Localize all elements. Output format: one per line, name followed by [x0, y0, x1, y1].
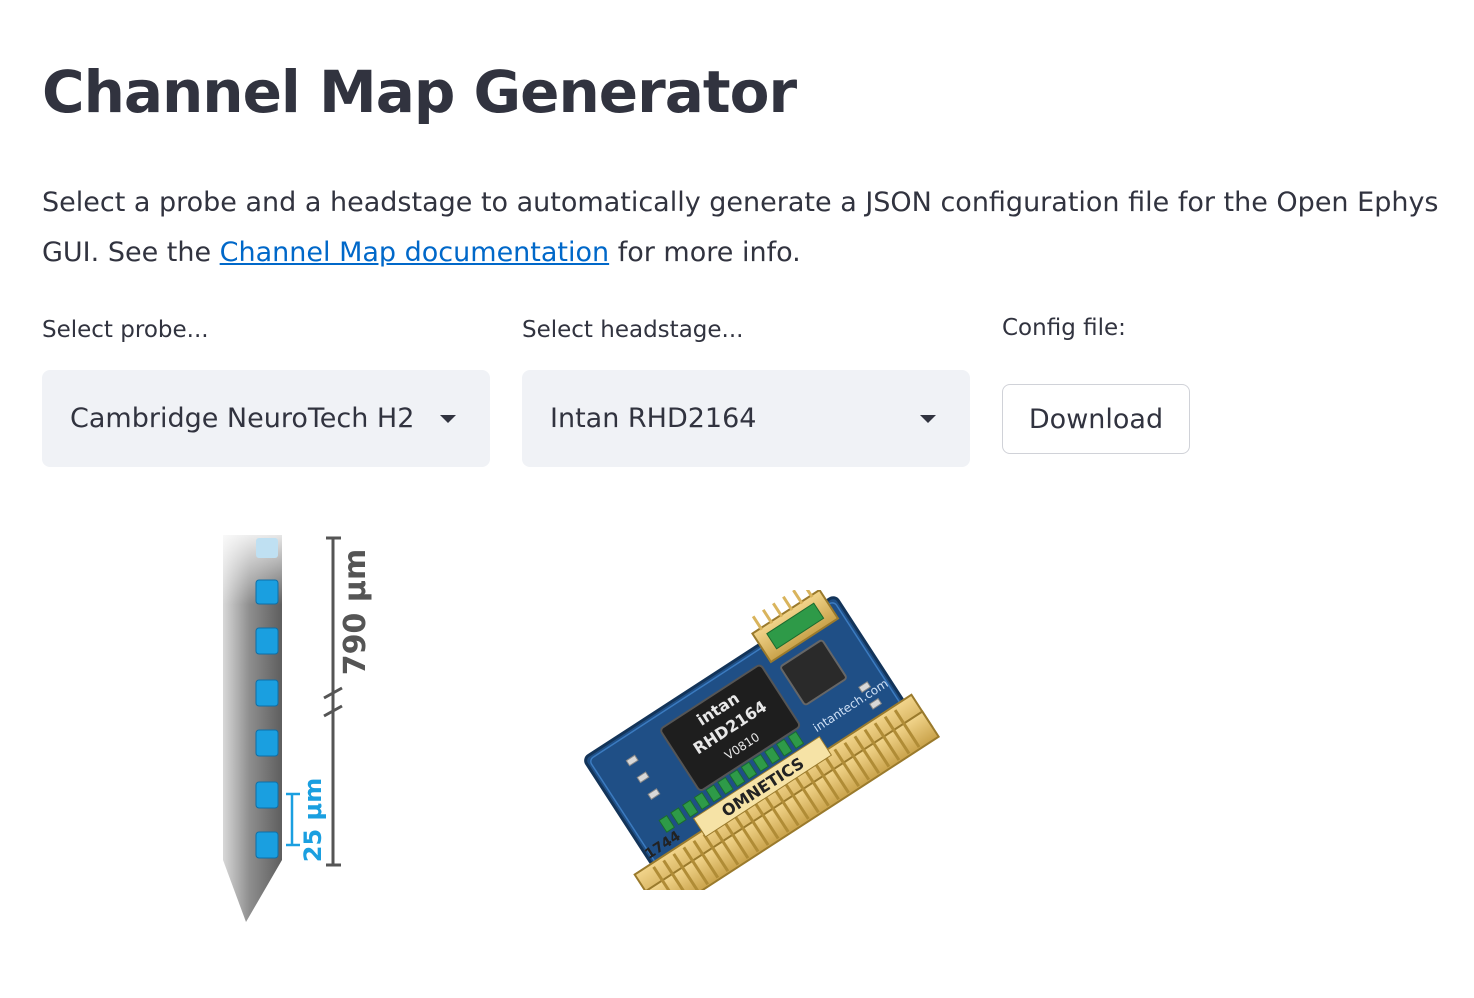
- length-scale-label: 790 μm: [338, 549, 373, 675]
- download-button[interactable]: Download: [1002, 384, 1190, 454]
- spacing-scale-label: 25 μm: [299, 778, 327, 862]
- probe-select[interactable]: Cambridge NeuroTech H2: [42, 370, 490, 467]
- description-text-end: for more info.: [609, 237, 801, 268]
- headstage-image: OMNETICS 1744 intantech.com intan RHD216…: [584, 590, 941, 890]
- headstage-select-label: Select headstage...: [522, 317, 744, 343]
- channel-map-documentation-link[interactable]: Channel Map documentation: [220, 237, 609, 268]
- chevron-down-icon: [440, 415, 456, 423]
- config-file-label: Config file:: [1002, 315, 1126, 341]
- spacing-scale-bar: [286, 792, 300, 847]
- probe-select-label: Select probe...: [42, 317, 209, 343]
- probe-select-value: Cambridge NeuroTech H2: [70, 403, 415, 434]
- probe-image: 790 μm 25 μm: [223, 535, 373, 922]
- page-description: Select a probe and a headstage to automa…: [42, 178, 1442, 278]
- page-title: Channel Map Generator: [42, 58, 797, 126]
- headstage-select-value: Intan RHD2164: [550, 403, 757, 434]
- headstage-select[interactable]: Intan RHD2164: [522, 370, 970, 467]
- chevron-down-icon: [920, 415, 936, 423]
